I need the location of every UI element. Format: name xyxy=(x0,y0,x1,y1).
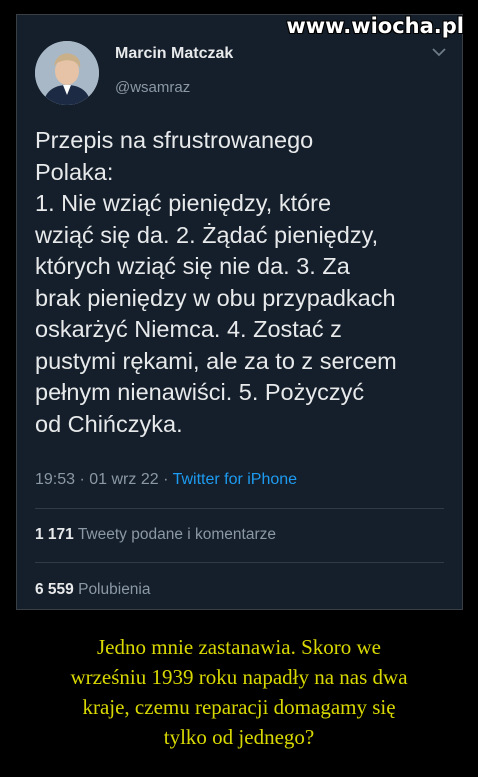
retweets-label: Tweety podane i komentarze xyxy=(73,526,276,543)
avatar[interactable] xyxy=(35,41,99,105)
tweet-source-link[interactable]: Twitter for iPhone xyxy=(173,471,298,488)
site-watermark: www.wiocha.pl xyxy=(286,14,464,38)
retweets-count: 1 171 xyxy=(35,526,74,543)
likes-stat[interactable]: 6 559 Polubienia xyxy=(35,581,151,599)
likes-label: Polubienia xyxy=(73,581,151,598)
chevron-down-icon[interactable] xyxy=(432,47,446,57)
author-handle[interactable]: @wsamraz xyxy=(115,79,190,96)
tweet-timestamp[interactable]: 19:53 · 01 wrz 22 · xyxy=(35,471,173,488)
retweets-stat[interactable]: 1 171 Tweety podane i komentarze xyxy=(35,526,276,544)
meme-caption: Jedno mnie zastanawia. Skoro we wrześniu… xyxy=(70,635,408,749)
divider xyxy=(35,562,444,563)
likes-count: 6 559 xyxy=(35,581,74,598)
tweet-card: Marcin Matczak @wsamraz Przepis na sfrus… xyxy=(16,14,463,610)
author-name[interactable]: Marcin Matczak xyxy=(115,45,233,63)
tweet-meta: 19:53 · 01 wrz 22 · Twitter for iPhone xyxy=(35,471,297,489)
tweet-text: Przepis na sfrustrowanego Polaka: 1. Nie… xyxy=(35,127,397,437)
divider xyxy=(35,508,444,509)
